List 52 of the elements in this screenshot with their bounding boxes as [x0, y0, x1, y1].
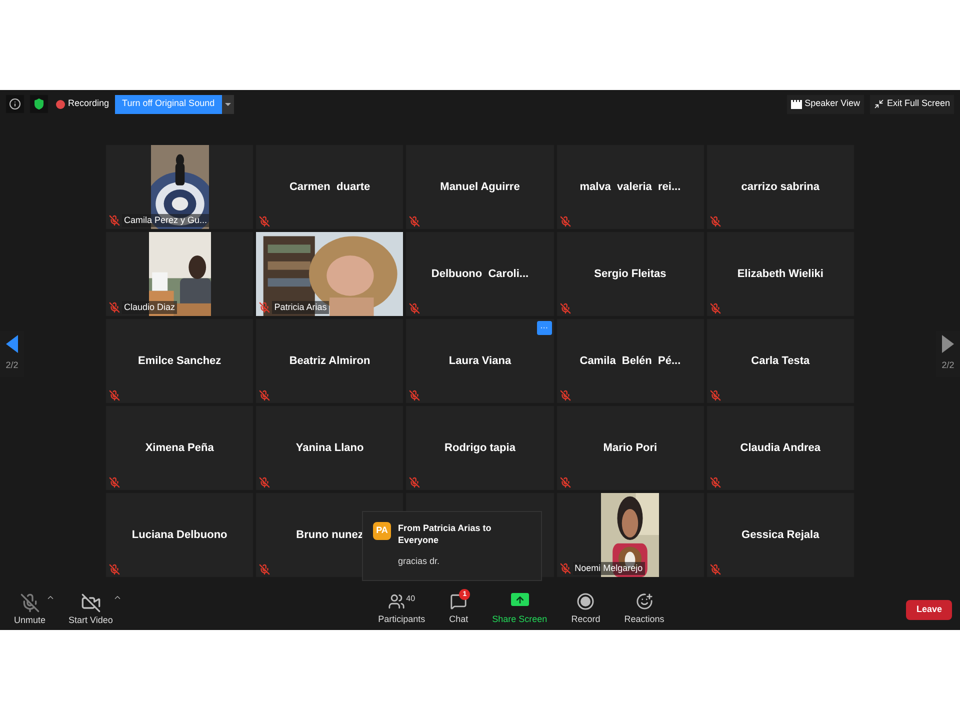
participant-name: malva valeria rei... [580, 180, 681, 195]
participant-name: Delbuono Caroli... [431, 266, 529, 282]
participant-name: Carmen duarte [289, 180, 370, 195]
participant-name: Carla Testa [751, 354, 810, 369]
participant-label: Claudio Diaz [122, 300, 178, 314]
chat-message: gracias dr. [398, 555, 441, 568]
chat-notification[interactable]: PA From Patricia Arias to Everyone gracias dr. [362, 511, 542, 581]
exit-full-screen-button[interactable]: Exit Full Screen [870, 94, 954, 114]
participant-label: Noemi Melgarejo [572, 562, 645, 575]
participant-label: Patricia Arias [272, 300, 329, 314]
participant-count: 40 [406, 593, 416, 606]
recording-label: Recording [68, 97, 110, 110]
speaker-view-icon [790, 100, 802, 108]
chat-icon [450, 593, 468, 610]
muted-mic-icon [20, 592, 40, 613]
security-shield-icon[interactable] [30, 95, 48, 113]
participant-name: carrizo sabrina [741, 180, 820, 195]
participant-name: Mario Pori [603, 440, 658, 456]
participant-name: Sergio Fleitas [594, 266, 666, 282]
participant-name: Luciana Delbuono [132, 528, 228, 543]
reactions-icon [636, 593, 653, 610]
participant-name: Beatriz Almiron [289, 354, 370, 369]
avatar-initials: PA [373, 522, 391, 540]
info-icon[interactable] [6, 95, 24, 113]
record-button[interactable]: Record [571, 593, 600, 627]
leave-button[interactable]: Leave [906, 600, 952, 620]
reactions-button[interactable]: Reactions [624, 593, 664, 627]
participant-name: Rodrigo tapia [444, 440, 516, 456]
share-button[interactable]: Share Screen [492, 593, 548, 627]
participant-name: Manuel Aguirre [440, 180, 520, 195]
participant-name: Bruno nunez [296, 528, 364, 543]
participants-button[interactable]: 40 Participants [378, 593, 426, 627]
participant-name: Gessica Rejala [742, 528, 820, 543]
participant-label: Camila Perez y Gu... [122, 214, 210, 227]
exit-full-screen-icon [874, 99, 884, 109]
participants-icon [388, 593, 406, 610]
share-screen-icon [510, 593, 529, 606]
participant-name: Laura Viana [448, 354, 512, 369]
participant-name: Camila Belén Pé... [580, 354, 681, 369]
participant-name: Elizabeth Wieliki [737, 266, 824, 282]
start-video-button[interactable]: Start Video [68, 592, 113, 628]
participant-name: Yanina Llano [296, 440, 364, 456]
participant-name: Claudia Andrea [740, 440, 821, 456]
unmute-button[interactable]: Unmute [14, 592, 46, 628]
recording-icon [56, 100, 65, 108]
record-icon [577, 593, 594, 610]
chat-sender: From Patricia Arias to Everyone [398, 522, 492, 546]
dropdown-button[interactable] [222, 94, 234, 114]
participant-name: Emilce Sanchez [138, 354, 222, 369]
speaker-view-button[interactable]: Speaker View [786, 94, 864, 114]
video-off-icon [80, 592, 101, 613]
participant-name: Ximena Peña [145, 440, 214, 456]
